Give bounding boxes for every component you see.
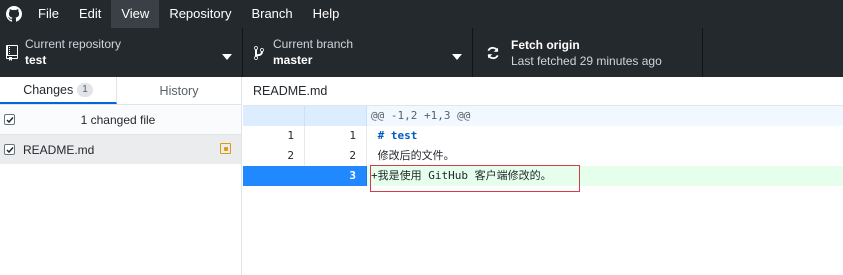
changed-files-header: 1 changed file xyxy=(0,105,241,135)
toolbar: Current repository test Current branch m… xyxy=(0,28,843,77)
menu-file[interactable]: File xyxy=(28,0,69,28)
fetch-origin-label: Fetch origin xyxy=(511,37,580,52)
diff-line-text: +我是使用 GitHub 客户端修改的。 xyxy=(367,166,843,186)
diff-line-text: # test xyxy=(367,126,843,146)
markdown-heading-text: # test xyxy=(371,129,418,142)
file-modified-icon xyxy=(220,143,231,154)
menu-repository[interactable]: Repository xyxy=(159,0,241,28)
old-line-number[interactable] xyxy=(243,166,305,186)
changes-count-badge: 1 xyxy=(77,82,93,97)
new-line-number: 2 xyxy=(305,146,367,166)
last-fetched-status: Last fetched 29 minutes ago xyxy=(511,53,662,68)
repository-name: test xyxy=(25,53,47,67)
github-logo-icon xyxy=(0,0,28,28)
fetch-origin-button[interactable]: Fetch origin Last fetched 29 minutes ago xyxy=(473,28,703,77)
diff-panel: README.md @@ -1,2 +1,3 @@ 1 1 # test 2 2… xyxy=(243,77,843,275)
menu-branch[interactable]: Branch xyxy=(241,0,302,28)
branch-name: master xyxy=(273,53,313,67)
menu-view[interactable]: View xyxy=(111,0,160,28)
new-line-number: 1 xyxy=(305,126,367,146)
tab-history-label: History xyxy=(159,83,199,98)
diff-hunk-header: @@ -1,2 +1,3 @@ xyxy=(243,106,843,126)
branch-label: Current branch xyxy=(273,37,354,51)
chevron-down-icon xyxy=(222,49,232,63)
repository-label: Current repository xyxy=(25,37,122,51)
diff-view: @@ -1,2 +1,3 @@ 1 1 # test 2 2 修改后的文件。 3… xyxy=(243,106,843,192)
changed-file-name: README.md xyxy=(23,142,95,157)
tab-history[interactable]: History xyxy=(117,77,241,104)
branch-selector[interactable]: Current branch master xyxy=(243,28,473,77)
diff-line-added[interactable]: 3 +我是使用 GitHub 客户端修改的。 xyxy=(243,166,843,186)
new-line-number xyxy=(305,106,367,126)
sync-icon xyxy=(481,46,505,60)
old-line-number: 2 xyxy=(243,146,305,166)
file-include-checkbox[interactable] xyxy=(4,144,15,155)
old-line-number xyxy=(243,106,305,126)
diff-file-header: README.md xyxy=(243,77,843,106)
menu-edit[interactable]: Edit xyxy=(69,0,111,28)
changed-files-count: 1 changed file xyxy=(80,112,156,127)
changes-sidebar: Changes 1 History 1 changed file README.… xyxy=(0,77,242,275)
tab-changes-label: Changes xyxy=(23,82,74,97)
diff-file-name: README.md xyxy=(253,84,328,98)
menu-bar: File Edit View Repository Branch Help xyxy=(0,0,843,28)
checkmark-icon xyxy=(5,146,14,153)
branch-icon xyxy=(247,45,271,61)
menu-help[interactable]: Help xyxy=(303,0,350,28)
repo-icon xyxy=(0,44,24,61)
diff-line[interactable]: 1 1 # test xyxy=(243,126,843,146)
diff-line[interactable]: 2 2 修改后的文件。 xyxy=(243,146,843,166)
new-line-number[interactable]: 3 xyxy=(305,166,367,186)
chevron-down-icon xyxy=(452,49,462,63)
hunk-header-text: @@ -1,2 +1,3 @@ xyxy=(367,106,843,126)
diff-line-text: 修改后的文件。 xyxy=(371,149,455,162)
tab-changes[interactable]: Changes 1 xyxy=(0,77,117,104)
repository-selector[interactable]: Current repository test xyxy=(0,28,243,77)
changed-file-row[interactable]: README.md xyxy=(0,135,241,164)
sidebar-tabs: Changes 1 History xyxy=(0,77,241,105)
old-line-number: 1 xyxy=(243,126,305,146)
